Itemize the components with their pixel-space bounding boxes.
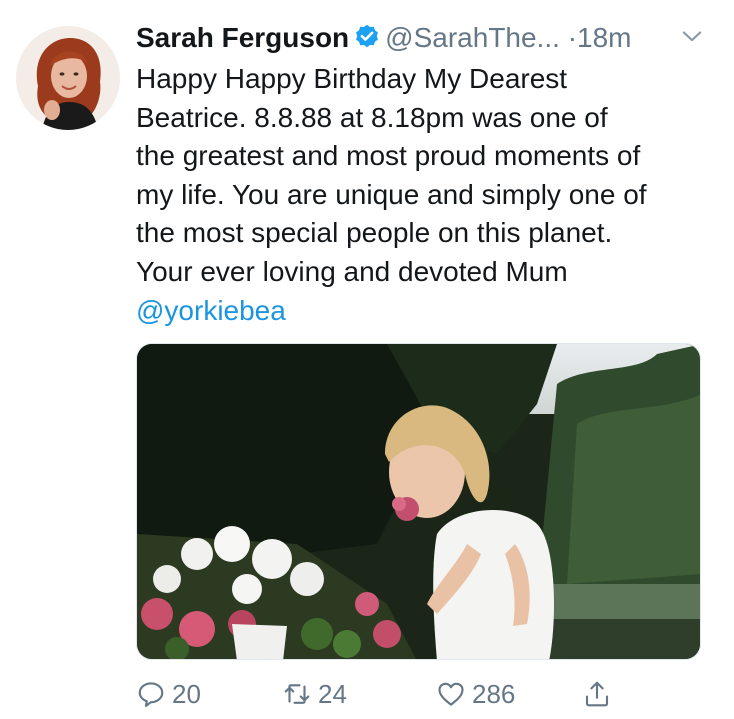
chevron-down-icon[interactable] xyxy=(678,22,706,50)
tweet-text-line: Happy Happy Birthday My Dearest xyxy=(136,63,568,94)
heart-icon xyxy=(438,682,464,706)
tweet-text-line: the greatest and most proud moments of xyxy=(136,140,641,172)
author-handle[interactable]: @SarahThe... xyxy=(385,22,560,53)
tweet-text-line: Your ever loving and devoted Mum xyxy=(136,255,568,287)
share-icon xyxy=(585,681,609,707)
like-button[interactable]: 286 xyxy=(436,676,515,712)
tweet-text-line: my life. You are unique and simply one o… xyxy=(136,178,647,210)
like-count: 286 xyxy=(472,678,516,709)
tweet[interactable]: Sarah Ferguson @SarahThe... ·18m Happy H… xyxy=(0,0,734,719)
tweet-header: Sarah Ferguson @SarahThe... ·18m xyxy=(136,18,716,62)
retweet-count: 24 xyxy=(318,678,347,709)
reply-count: 20 xyxy=(172,678,201,709)
avatar[interactable] xyxy=(16,26,120,130)
retweet-button[interactable]: 24 xyxy=(282,676,347,712)
timestamp[interactable]: 18m xyxy=(577,22,631,53)
mention-link[interactable]: @yorkiebea xyxy=(136,292,716,331)
tweet-text-line: the most special people on this planet. xyxy=(136,217,613,249)
verified-badge-icon xyxy=(356,24,379,48)
reply-icon xyxy=(138,682,164,707)
tweet-photo[interactable] xyxy=(136,343,701,660)
reply-button[interactable]: 20 xyxy=(136,676,201,712)
retweet-icon xyxy=(284,684,310,704)
photo-image xyxy=(137,344,700,659)
avatar-image xyxy=(16,26,120,130)
separator-dot: · xyxy=(567,22,578,53)
tweet-actions: 20 24 286 xyxy=(136,676,716,712)
share-button[interactable] xyxy=(582,676,612,712)
tweet-text: Happy Happy Birthday My Dearest Beatrice… xyxy=(136,60,716,330)
author-display-name[interactable]: Sarah Ferguson xyxy=(136,22,349,53)
tweet-text-line: Beatrice. 8.8.88 at 8.18pm was one of xyxy=(136,101,608,133)
